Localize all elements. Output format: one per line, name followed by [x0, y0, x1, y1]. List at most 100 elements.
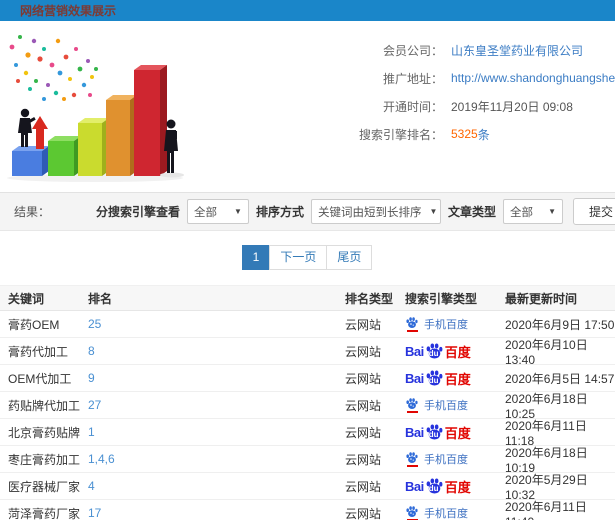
mobile-baidu-text: 手机百度	[424, 319, 468, 331]
red-underline	[406, 411, 418, 413]
promo-url-label: 推广地址：	[382, 71, 443, 86]
baidu-du-text: du	[428, 376, 439, 385]
table-row: 枣庄膏药加工 1,4,6 云网站 手机百度 Bai du 百度 2020年6月1…	[0, 446, 615, 475]
open-time-label: 开通时间：	[382, 99, 443, 114]
page-button-last[interactable]: 尾页	[326, 245, 373, 270]
submit-button[interactable]: 提交	[572, 198, 615, 225]
company-label: 会员公司：	[382, 43, 443, 58]
page-header: 网络营销效果展示	[0, 0, 615, 21]
rank-type-cell: 云网站	[345, 344, 382, 359]
baidu-logo: Bai du 百度	[405, 369, 471, 388]
chevron-down-icon: ▼	[429, 207, 438, 216]
baidu-paw-icon	[406, 452, 418, 463]
rank-link[interactable]: 1,4,6	[88, 452, 115, 466]
rank-count-value: 5325	[451, 127, 478, 141]
baidu-logo: Bai du 百度	[405, 477, 471, 496]
mobile-baidu-logo: 手机百度	[405, 397, 468, 413]
rank-type-cell: 云网站	[345, 371, 382, 386]
baidu-baidu-text: 百度	[444, 344, 471, 360]
updated-time-cell: 2020年6月9日 17:50	[505, 317, 615, 332]
baidu-bai-text: Bai	[405, 478, 424, 494]
table-row: OEM代加工 9 云网站 手机百度 Bai du 百度 2020年6月5日 14…	[0, 365, 615, 392]
keyword-cell: 北京膏药贴牌	[8, 425, 81, 440]
bar-orange	[106, 95, 137, 176]
baidu-du-text: du	[428, 349, 439, 358]
column-header-rank: 排名	[88, 291, 113, 306]
rank-type-cell: 云网站	[345, 398, 382, 413]
page-title: 网络营销效果展示	[20, 4, 117, 18]
column-header-engine-type: 搜索引擎类型	[405, 291, 478, 306]
info-row-open-time: 开通时间： 2019年11月20日 09:08	[190, 92, 615, 120]
rank-link[interactable]: 4	[88, 479, 95, 493]
page-button-next[interactable]: 下一页	[269, 245, 328, 270]
baidu-du-text: du	[428, 484, 439, 493]
table-row: 菏泽膏药厂家 17 云网站 手机百度 Bai du 百度 2020年6月11日 …	[0, 500, 615, 520]
info-row-company: 会员公司： 山东皇圣堂药业有限公司	[190, 36, 615, 64]
column-header-updated: 最新更新时间	[505, 291, 578, 306]
mobile-baidu-text: 手机百度	[424, 400, 468, 412]
mobile-baidu-text: 手机百度	[424, 454, 468, 466]
engine-filter-select[interactable]: 全部 ▼	[186, 199, 249, 224]
promo-url-link[interactable]: http://www.shandonghuangshengtang.cn	[451, 71, 615, 85]
pagination: 1 下一页 尾页	[0, 245, 615, 270]
article-filter-value: 全部	[509, 206, 533, 219]
rank-type-cell: 云网站	[345, 425, 382, 440]
info-row-url: 推广地址： http://www.shandonghuangshengtang.…	[190, 64, 615, 92]
table-body: 膏药OEM 25 云网站 手机百度 Bai du 百度 2020年6月9日 17…	[0, 311, 615, 520]
marketing-illustration	[0, 21, 190, 189]
article-filter-label: 文章类型	[447, 205, 496, 219]
filter-controls: 分搜索引擎查看 全部 ▼ 排序方式 关键词由短到长排序 ▼ 文章类型 全部 ▼ …	[96, 198, 615, 225]
rank-count-suffix: 条	[477, 127, 490, 142]
growth-arrow-icon	[32, 116, 48, 149]
info-row-rank-count: 搜索引擎排名： 5325 条	[190, 120, 615, 148]
column-header-rank-type: 排名类型	[345, 291, 394, 306]
filter-bar: 结果： 分搜索引擎查看 全部 ▼ 排序方式 关键词由短到长排序 ▼ 文章类型 全…	[0, 192, 615, 231]
rank-type-cell: 云网站	[345, 506, 382, 520]
table-row: 膏药OEM 25 云网站 手机百度 Bai du 百度 2020年6月9日 17…	[0, 311, 615, 338]
sort-filter-value: 关键词由短到长排序	[317, 206, 422, 219]
article-filter-select[interactable]: 全部 ▼	[502, 199, 563, 224]
bar-chart-growth-illustration	[7, 35, 184, 182]
page-button-current[interactable]: 1	[241, 245, 271, 270]
rank-link[interactable]: 1	[88, 425, 95, 439]
keyword-cell: 膏药OEM	[8, 317, 60, 332]
bar-red	[134, 65, 167, 176]
company-link[interactable]: 山东皇圣堂药业有限公司	[451, 42, 583, 59]
marketing-report-page: 网络营销效果展示 会员公司： 山东皇圣堂药业有限公司 推广地址： http://…	[0, 0, 615, 520]
member-info: 会员公司： 山东皇圣堂药业有限公司 推广地址： http://www.shand…	[190, 21, 615, 192]
sort-filter-label: 排序方式	[255, 205, 304, 219]
rank-link[interactable]: 17	[88, 506, 101, 520]
table-header-row: 关键词 排名 排名类型 搜索引擎类型 最新更新时间	[0, 285, 615, 311]
rank-type-cell: 云网站	[345, 317, 382, 332]
column-header-keyword: 关键词	[8, 291, 45, 306]
baidu-paw-icon	[406, 317, 418, 328]
chevron-down-icon: ▼	[548, 207, 556, 216]
rank-count-label: 搜索引擎排名：	[358, 127, 443, 142]
table-row: 医疗器械厂家 4 云网站 手机百度 Bai du 百度 2020年5月29日 1…	[0, 473, 615, 502]
red-underline	[406, 465, 418, 467]
keyword-cell: 膏药代加工	[8, 344, 69, 359]
mobile-baidu-logo: 手机百度	[405, 451, 468, 467]
confetti-dots	[9, 35, 98, 101]
table-row: 药贴牌代加工 27 云网站 手机百度 Bai du 百度 2020年6月18日 …	[0, 392, 615, 421]
baidu-baidu-text: 百度	[444, 479, 471, 495]
baidu-baidu-text: 百度	[444, 371, 471, 387]
rank-link[interactable]: 8	[88, 344, 95, 358]
baidu-paw-icon	[406, 506, 418, 517]
baidu-bai-text: Bai	[405, 343, 424, 359]
baidu-bai-text: Bai	[405, 370, 424, 386]
result-label: 结果：	[14, 205, 51, 219]
baidu-logo: Bai du 百度	[405, 423, 471, 442]
baidu-bai-text: Bai	[405, 424, 424, 440]
bar-green	[48, 136, 81, 176]
sort-filter-select[interactable]: 关键词由短到长排序 ▼	[310, 199, 441, 224]
rank-link[interactable]: 27	[88, 398, 101, 412]
rank-link[interactable]: 25	[88, 317, 101, 331]
table-row: 膏药代加工 8 云网站 手机百度 Bai du 百度 2020年6月10日 13…	[0, 338, 615, 367]
engine-filter-value: 全部	[193, 206, 217, 219]
rank-link[interactable]: 9	[88, 371, 95, 385]
updated-time-cell: 2020年6月5日 14:57	[505, 371, 615, 386]
mobile-baidu-logo: 手机百度	[405, 316, 468, 332]
baidu-logo: Bai du 百度	[405, 342, 471, 361]
keyword-cell: 药贴牌代加工	[8, 398, 81, 413]
